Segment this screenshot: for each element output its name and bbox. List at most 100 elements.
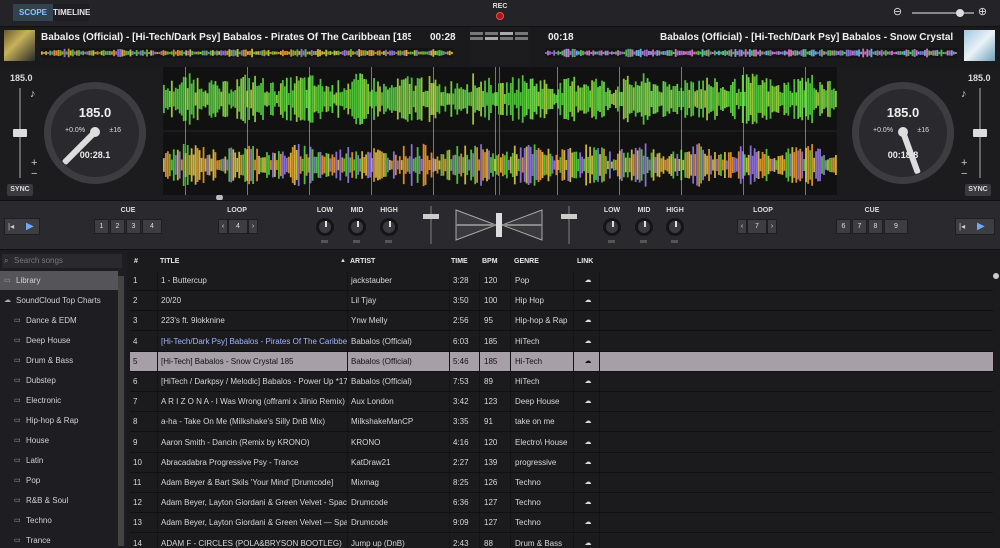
table-row[interactable]: 10 Abracadabra Progressive Psy - Trance Ka… (130, 452, 993, 473)
soundcloud-link-icon[interactable]: ☁ (574, 493, 600, 513)
sidebar-item[interactable]: ▭ Library (0, 271, 118, 290)
eq-left-low-knob[interactable] (316, 218, 334, 236)
soundcloud-link-icon[interactable]: ☁ (574, 331, 600, 351)
table-row[interactable]: 5 [Hi-Tech] Babalos - Snow Crystal 185 Bab… (130, 351, 993, 372)
eq-right-mid-knob[interactable] (635, 218, 653, 236)
soundcloud-link-icon[interactable]: ☁ (574, 452, 600, 472)
deck-right-sync-button[interactable]: SYNC (965, 184, 991, 196)
col-header-title[interactable]: TITLE (160, 252, 179, 271)
deck-right-cue-9[interactable]: 9 (884, 219, 908, 234)
soundcloud-link-icon[interactable]: ☁ (574, 291, 600, 311)
deck-right-cue-7[interactable]: 7 (852, 219, 867, 234)
deck-right-cue-8[interactable]: 8 (868, 219, 883, 234)
sidebar-item[interactable]: ▭ R&B & Soul (0, 491, 118, 510)
eq-left-high-kill[interactable] (385, 240, 392, 243)
table-row[interactable]: 12 Adam Beyer, Layton Giordani & Green Ve… (130, 493, 993, 514)
col-header-genre[interactable]: GENRE (514, 252, 539, 271)
eq-left-mid-knob[interactable] (348, 218, 366, 236)
zoom-slider[interactable] (912, 12, 974, 14)
table-row[interactable]: 4 [Hi-Tech/Dark Psy] Babalos - Pirates Of… (130, 331, 993, 352)
eq-left-mid-kill[interactable] (353, 240, 360, 243)
deck-right-minus[interactable]: − (961, 168, 967, 180)
sidebar-item[interactable]: ▭ Dubstep (0, 371, 118, 390)
deck-left-overview-waveform[interactable] (41, 48, 453, 58)
deck-right-play-icon[interactable]: ▶ (977, 221, 985, 232)
col-header-number[interactable]: # (134, 252, 138, 271)
col-header-artist[interactable]: ARTIST (350, 252, 375, 271)
deck-left-cue-2[interactable]: 2 (110, 219, 125, 234)
table-row[interactable]: 7A R I Z O N A - I Was Wrong (offrami x … (130, 392, 993, 413)
table-scroll-handle[interactable] (993, 273, 999, 279)
deck-left-platter[interactable]: 185.0 +0.0% ±16 00:28.1 (44, 82, 146, 184)
deck-left-cue-4[interactable]: 4 (142, 219, 162, 234)
channel-right-fader-handle[interactable] (561, 214, 577, 219)
deck-left-cue-back-icon[interactable]: |◂ (8, 222, 14, 231)
soundcloud-link-icon[interactable]: ☁ (574, 311, 600, 331)
deck-right-loop-up-icon[interactable]: › (767, 219, 777, 234)
soundcloud-link-icon[interactable]: ☁ (574, 351, 600, 371)
eq-right-low-knob[interactable] (603, 218, 621, 236)
deck-right-cue-6[interactable]: 6 (836, 219, 851, 234)
eq-right-high-kill[interactable] (671, 240, 678, 243)
deck-right-pitch-handle[interactable] (973, 129, 987, 137)
eq-right-low-kill[interactable] (608, 240, 615, 243)
tab-timeline[interactable]: TIMELINE (53, 4, 90, 21)
deck-left-cue-3[interactable]: 3 (126, 219, 141, 234)
eq-left-high-knob[interactable] (380, 218, 398, 236)
sidebar-item[interactable]: ☁ SoundCloud Top Charts (0, 291, 118, 310)
sidebar-item[interactable]: ▭ Pop (0, 471, 118, 490)
channel-left-fader[interactable] (430, 206, 432, 244)
table-row[interactable]: 9 Aaron Smith - Dancin (Remix by KRONO) KR… (130, 432, 993, 453)
col-header-bpm[interactable]: BPM (482, 252, 498, 271)
table-row[interactable]: 14 ADAM F - CIRCLES (POLA&BRYSON BOOTLEG)… (130, 533, 993, 548)
sidebar-item[interactable]: ▭ Electronic (0, 391, 118, 410)
zoom-out-icon[interactable]: ⊖ (892, 7, 903, 18)
sidebar-item[interactable]: ▭ Dance & EDM (0, 311, 118, 330)
deck-left-loop-up-icon[interactable]: › (248, 219, 258, 234)
eq-left-low-kill[interactable] (321, 240, 328, 243)
soundcloud-link-icon[interactable]: ☁ (574, 412, 600, 432)
main-waveform-display[interactable] (163, 67, 837, 195)
deck-left-minus[interactable]: − (31, 168, 37, 180)
sidebar-item[interactable]: ▭ House (0, 431, 118, 450)
deck-right-cue-back-icon[interactable]: |◂ (959, 222, 965, 231)
channel-left-fader-handle[interactable] (423, 214, 439, 219)
zoom-in-icon[interactable]: ⊕ (977, 7, 988, 18)
soundcloud-link-icon[interactable]: ☁ (574, 513, 600, 533)
deck-right-transport[interactable]: |◂ ▶ (955, 218, 995, 235)
table-row[interactable]: 2 20/20 Lil Tjay 3:50 100 Hip Hop ☁ (130, 291, 993, 312)
soundcloud-link-icon[interactable]: ☁ (574, 432, 600, 452)
soundcloud-link-icon[interactable]: ☁ (574, 473, 600, 492)
table-row[interactable]: 11 Adam Beyer & Bart Skils 'Your Mind' [D… (130, 473, 993, 493)
sidebar-item[interactable]: ▭ Latin (0, 451, 118, 470)
tab-scope[interactable]: SCOPE (13, 4, 53, 21)
search-input[interactable]: ⌕ Search songs (2, 254, 122, 268)
sidebar-item[interactable]: ▭ Trance (0, 531, 118, 548)
rec-button[interactable]: REC (488, 3, 512, 20)
col-header-time[interactable]: TIME (451, 252, 468, 271)
sidebar-item[interactable]: ▭ Techno (0, 511, 118, 530)
eq-right-high-knob[interactable] (666, 218, 684, 236)
crossfader[interactable] (454, 208, 544, 242)
table-row[interactable]: 11 - Buttercup jackstauber 3:28 120 Pop ☁ (130, 271, 993, 291)
soundcloud-link-icon[interactable]: ☁ (574, 533, 600, 548)
deck-right-platter[interactable]: 185.0 +0.0% ±16 00:18.8 (852, 82, 954, 184)
table-row[interactable]: 3 223's ft. 9lokknine Ynw Melly 2:56 95 Hip-h… (130, 311, 993, 332)
deck-left-pitch-handle[interactable] (13, 129, 27, 137)
sidebar-item[interactable]: ▭ Hip-hop & Rap (0, 411, 118, 430)
soundcloud-link-icon[interactable]: ☁ (574, 372, 600, 391)
sidebar-item[interactable]: ▭ Drum & Bass (0, 351, 118, 370)
channel-right-fader[interactable] (568, 206, 570, 244)
soundcloud-link-icon[interactable]: ☁ (574, 271, 600, 290)
sort-asc-icon[interactable]: ▲ (340, 258, 346, 264)
deck-right-overview-waveform[interactable] (545, 48, 957, 58)
deck-left-sync-button[interactable]: SYNC (7, 184, 33, 196)
deck-left-cue-1[interactable]: 1 (94, 219, 109, 234)
sidebar-item[interactable]: ▭ Deep House (0, 331, 118, 350)
table-row[interactable]: 8 a-ha - Take On Me (Milkshake's Silly Dn… (130, 412, 993, 433)
col-header-link[interactable]: LINK (577, 252, 593, 271)
table-row[interactable]: 13 Adam Beyer, Layton Giordani & Green Ve… (130, 513, 993, 534)
deck-left-loop-down-icon[interactable]: ‹ (218, 219, 228, 234)
deck-left-play-icon[interactable]: ▶ (26, 221, 34, 232)
eq-right-mid-kill[interactable] (640, 240, 647, 243)
